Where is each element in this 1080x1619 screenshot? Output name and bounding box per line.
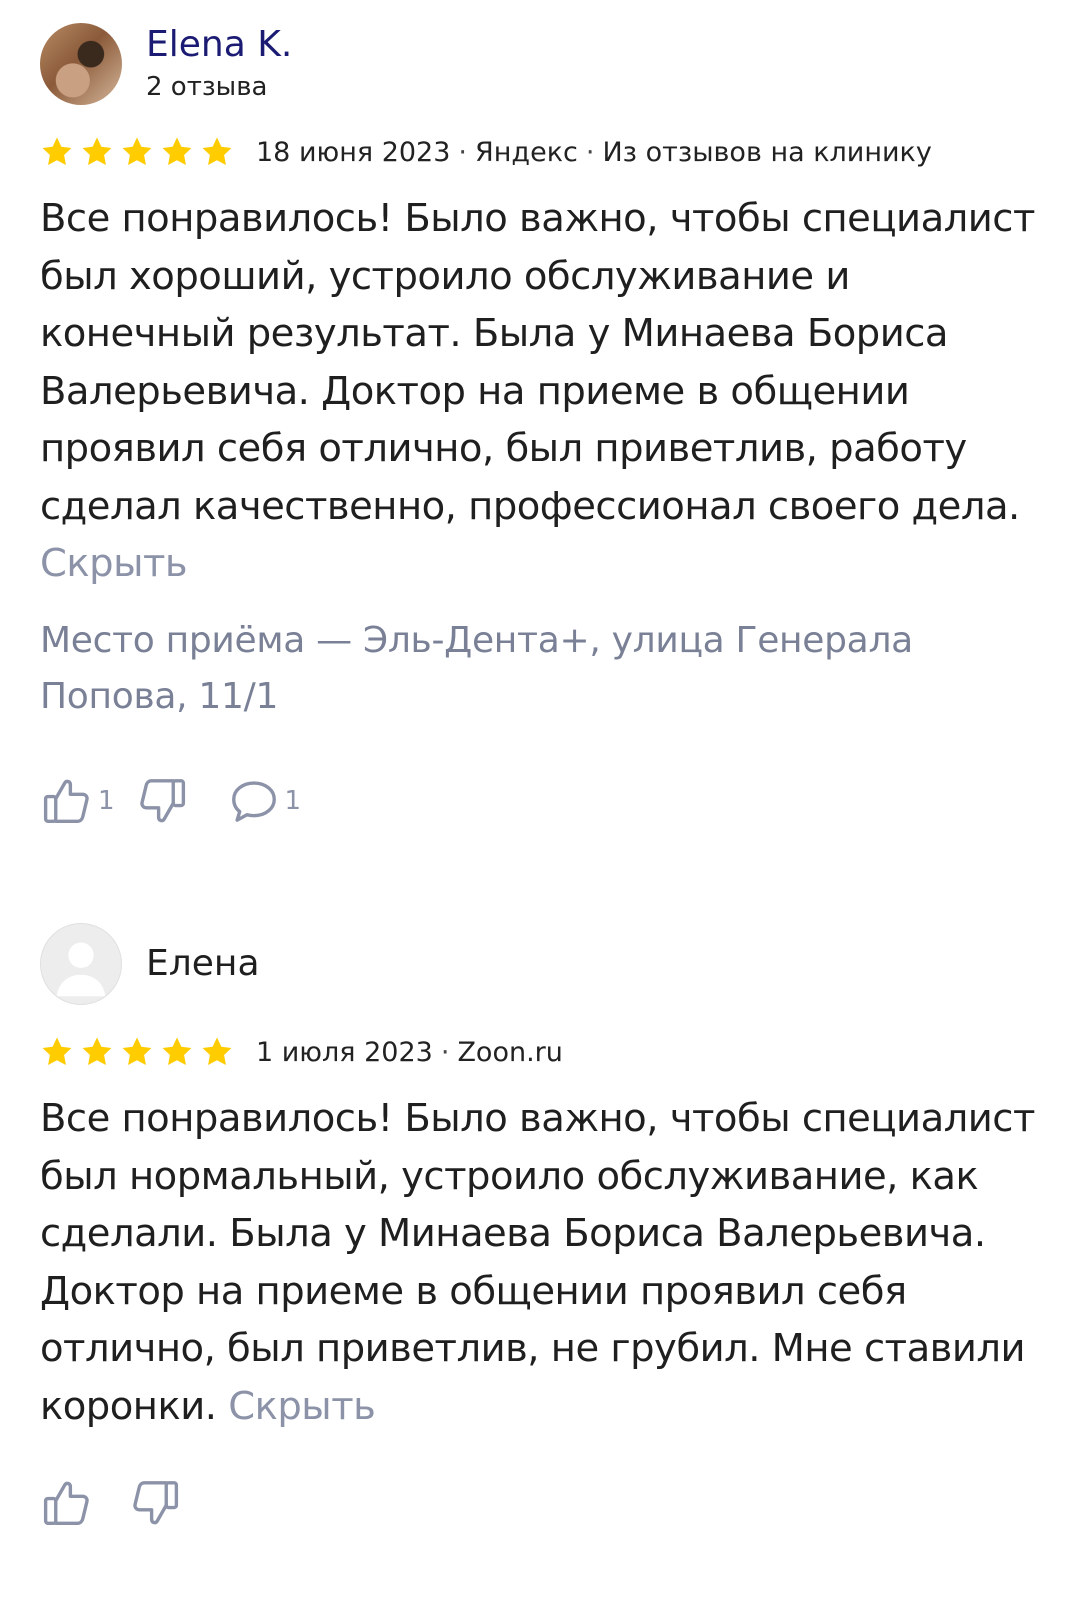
review-date: 18 июня 2023 <box>256 136 451 168</box>
separator-dot: · <box>440 1036 450 1068</box>
review-card: Elena K. 2 отзыва 18 июня 2023 · Яндекс … <box>40 22 1040 829</box>
dislike-button[interactable] <box>128 1476 182 1530</box>
rating-stars <box>40 135 234 169</box>
review-source: Zoon.ru <box>457 1036 563 1068</box>
dislike-icon <box>139 778 185 822</box>
review-card: Елена 1 июля 2023 · Zoon.ru Все понравил… <box>40 922 1040 1531</box>
separator-dot: · <box>458 136 467 168</box>
rating-stars <box>40 1035 234 1069</box>
review-author: Елена <box>40 922 1040 1006</box>
comments-count: 1 <box>284 785 302 816</box>
comment-icon <box>231 780 276 822</box>
star-icon <box>82 137 112 166</box>
hide-link[interactable]: Скрыть <box>228 1384 376 1429</box>
review-date: 1 июля 2023 <box>256 1036 433 1068</box>
author-name-link[interactable]: Elena K. <box>146 25 292 65</box>
review-text: Все понравилось! Было важно, чтобы специ… <box>40 190 1040 593</box>
star-icon <box>42 137 72 166</box>
star-icon <box>42 1037 72 1066</box>
avatar[interactable] <box>40 23 122 105</box>
rating-row: 18 июня 2023 · Яндекс · Из отзывов на кл… <box>40 134 1040 170</box>
review-body: Все понравилось! Было важно, чтобы специ… <box>40 196 1035 529</box>
star-icon <box>82 1037 112 1066</box>
review-author: Elena K. 2 отзыва <box>40 22 1040 106</box>
likes-count: 1 <box>98 785 115 816</box>
like-button[interactable]: 1 <box>40 774 115 828</box>
dislike-icon <box>133 1481 179 1525</box>
star-icon <box>202 1037 232 1066</box>
rating-row: 1 июля 2023 · Zoon.ru <box>40 1034 1040 1070</box>
author-reviews-count: 2 отзыва <box>146 72 268 102</box>
like-icon <box>43 1481 89 1525</box>
hide-link[interactable]: Скрыть <box>40 541 188 586</box>
review-source-note: Из отзывов на клинику <box>602 136 932 168</box>
star-icon <box>122 1037 152 1066</box>
star-icon <box>162 1037 192 1066</box>
avatar[interactable] <box>40 923 122 1005</box>
comment-button[interactable]: 1 <box>227 774 302 828</box>
default-avatar-icon <box>56 942 106 997</box>
review-actions: 1 1 <box>40 773 1040 829</box>
review-actions <box>40 1475 1040 1531</box>
like-button[interactable] <box>40 1476 94 1530</box>
separator-dot: · <box>585 136 595 168</box>
star-icon <box>122 137 152 166</box>
author-name[interactable]: Елена <box>146 944 260 984</box>
review-source: Яндекс <box>475 136 578 168</box>
appointment-place: Место приёма — Эль-Дента+, улица Генерал… <box>40 619 913 717</box>
star-icon <box>202 137 232 166</box>
review-body: Все понравилось! Было важно, чтобы специ… <box>40 1096 1035 1429</box>
star-icon <box>162 137 192 166</box>
review-text: Все понравилось! Было важно, чтобы специ… <box>40 1090 1040 1435</box>
dislike-button[interactable] <box>135 774 189 828</box>
like-icon <box>43 779 89 823</box>
